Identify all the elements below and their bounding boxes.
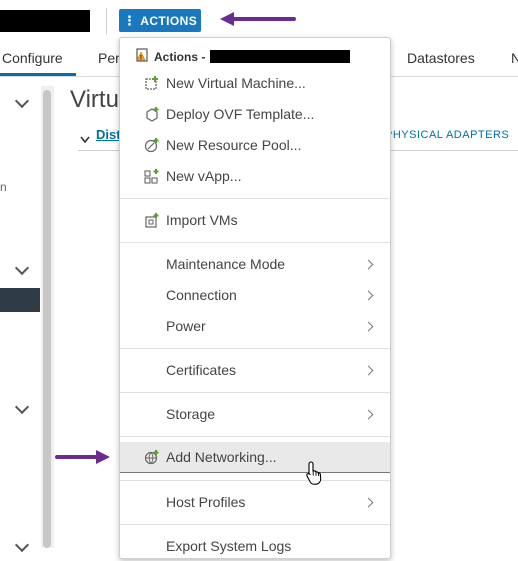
menu-separator: [120, 436, 390, 437]
menu-separator: [120, 480, 390, 481]
menu-item-label: New Virtual Machine...: [166, 75, 306, 91]
actions-button[interactable]: ⋮ ACTIONS: [119, 9, 201, 32]
left-nav-selected-item[interactable]: [0, 288, 40, 312]
tab-networks-label: N: [511, 50, 518, 66]
menu-item-label: Import VMs: [166, 212, 238, 228]
menu-item-certificates[interactable]: Certificates: [120, 355, 390, 385]
redacted-host-name: [0, 10, 90, 32]
menu-separator: [120, 392, 390, 393]
chevron-right-icon: [363, 321, 374, 331]
menu-item-label: Add Networking...: [166, 449, 277, 465]
annotation-arrow-right: [54, 448, 112, 466]
resource-pool-icon: [144, 137, 160, 153]
tab-datastores-label: Datastores: [407, 50, 475, 66]
host-warning-icon: !: [136, 48, 150, 65]
chevron-down-icon[interactable]: [14, 399, 30, 415]
page-title: Virtu: [70, 86, 119, 113]
menu-item-label: Maintenance Mode: [166, 256, 286, 272]
menu-item-host-profiles[interactable]: Host Profiles: [120, 487, 390, 517]
menu-item-label: Certificates: [166, 362, 237, 378]
tab-configure[interactable]: Configure: [2, 50, 63, 66]
add-networking-icon: [144, 449, 160, 465]
annotation-arrow-top: [218, 10, 298, 28]
menu-item-power[interactable]: Power: [120, 311, 390, 341]
deploy-ovf-icon: [144, 106, 160, 122]
menu-item-storage[interactable]: Storage: [120, 399, 390, 429]
toolbar-divider: [106, 8, 107, 34]
chevron-right-icon: [363, 290, 374, 300]
tab-configure-label: Configure: [2, 50, 63, 66]
menu-item-connection[interactable]: Connection: [120, 280, 390, 310]
chevron-right-icon: [363, 365, 374, 375]
scrollbar-thumb[interactable]: [43, 90, 51, 548]
menu-item-maintenance-mode[interactable]: Maintenance Mode: [120, 249, 390, 279]
redacted-host-name: [210, 50, 351, 63]
menu-item-label: Deploy OVF Template...: [166, 106, 315, 122]
menu-item-label: New vApp...: [166, 168, 242, 184]
menu-item-label: Storage: [166, 406, 216, 422]
menu-separator: [120, 242, 390, 243]
menu-item-new-vm[interactable]: New Virtual Machine...: [120, 68, 390, 98]
menu-item-label: Connection: [166, 287, 237, 303]
left-nav-fragment: n: [0, 180, 7, 194]
hand-cursor-icon: [305, 460, 325, 491]
chevron-right-icon: [363, 497, 374, 507]
menu-item-deploy-ovf[interactable]: Deploy OVF Template...: [120, 99, 390, 129]
menu-item-import-vms[interactable]: Import VMs: [120, 205, 390, 235]
actions-menu-header: ! Actions -: [136, 48, 351, 65]
kebab-vertical-icon: ⋮: [122, 13, 137, 28]
tab-datastores[interactable]: Datastores: [407, 50, 475, 66]
menu-item-label: New Resource Pool...: [166, 137, 302, 153]
menu-item-new-resource-pool[interactable]: New Resource Pool...: [120, 130, 390, 160]
actions-menu-header-label: Actions -: [154, 49, 206, 64]
chevron-right-icon: [363, 409, 374, 419]
menu-item-new-vapp[interactable]: New vApp...: [120, 161, 390, 191]
caret-down-icon[interactable]: [80, 131, 90, 149]
actions-button-label: ACTIONS: [140, 13, 198, 28]
chevron-down-icon[interactable]: [14, 537, 30, 553]
physical-adapters-link[interactable]: PHYSICAL ADAPTERS: [385, 129, 509, 141]
menu-separator: [120, 348, 390, 349]
chevron-down-icon[interactable]: [14, 260, 30, 276]
tab-permissions-label: Per: [98, 50, 120, 66]
menu-separator: [120, 198, 390, 199]
new-vm-icon: [144, 75, 160, 91]
menu-item-add-networking[interactable]: Add Networking...: [120, 442, 390, 473]
chevron-down-icon[interactable]: [14, 93, 30, 109]
actions-menu: ! Actions - New Virtual Machine... Deplo…: [119, 37, 391, 559]
left-nav-fragment-text: n: [0, 180, 7, 194]
import-vms-icon: [144, 212, 160, 228]
tab-networks[interactable]: N: [511, 50, 518, 66]
menu-item-export-system-logs[interactable]: Export System Logs: [120, 531, 390, 561]
vapp-icon: [144, 168, 160, 184]
menu-item-label: Power: [166, 318, 206, 334]
menu-item-label: Export System Logs: [166, 538, 292, 554]
tab-permissions[interactable]: Per: [98, 50, 120, 66]
distributed-switch-link[interactable]: Dist: [96, 127, 121, 142]
menu-separator: [120, 524, 390, 525]
svg-text:!: !: [140, 55, 143, 62]
menu-item-label: Host Profiles: [166, 494, 246, 510]
chevron-right-icon: [363, 259, 374, 269]
